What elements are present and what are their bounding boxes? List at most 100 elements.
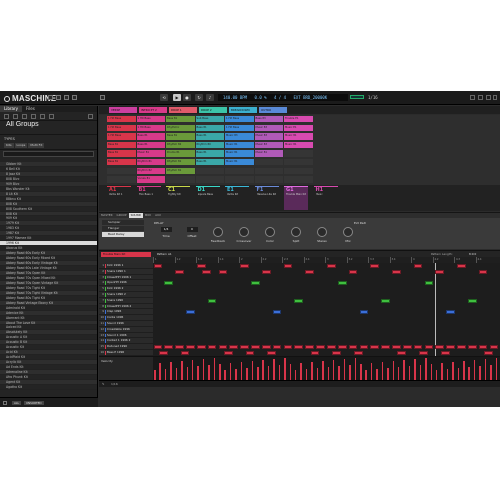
search-input[interactable]: [3, 151, 94, 157]
clip-cell[interactable]: Bass 81: [136, 141, 165, 149]
velocity-bar[interactable]: [240, 362, 243, 380]
pattern-note[interactable]: [370, 345, 380, 349]
velocity-bar[interactable]: [408, 366, 411, 380]
velocity-bar[interactable]: [284, 358, 286, 380]
scene-slot[interactable]: DROP 1: [169, 107, 197, 113]
clip-cell[interactable]: [195, 167, 224, 174]
group-slot[interactable]: B1 Thin Bass 1: [136, 186, 161, 210]
velocity-bar[interactable]: [495, 358, 498, 380]
velocity-bar[interactable]: [457, 368, 460, 380]
velocity-bar[interactable]: [327, 367, 329, 380]
param-control[interactable]: Feedback: [206, 227, 230, 243]
velocity-bar[interactable]: [403, 360, 405, 380]
velocity-bar[interactable]: [490, 365, 492, 380]
clip-cell[interactable]: Music 83: [254, 133, 283, 140]
clip-cell[interactable]: Rhythm 81: [166, 159, 195, 166]
clip-cell[interactable]: [254, 176, 283, 183]
pattern-note[interactable]: [261, 345, 271, 349]
clip-cell[interactable]: Music 81: [225, 141, 254, 149]
velocity-bar[interactable]: [159, 363, 161, 380]
velocity-bar[interactable]: [484, 359, 487, 380]
pattern-note[interactable]: [424, 345, 434, 349]
sound-row[interactable]: 16 Bass P 1996: [99, 350, 153, 356]
velocity-bar[interactable]: [251, 361, 254, 380]
velocity-bar[interactable]: [246, 368, 248, 380]
pattern-note[interactable]: [457, 263, 466, 268]
midi-icon[interactable]: [478, 95, 483, 100]
velocity-bar[interactable]: [300, 363, 302, 380]
velocity-bar[interactable]: [387, 368, 389, 380]
group-icon[interactable]: [13, 114, 18, 119]
pattern-note[interactable]: [153, 345, 163, 349]
velocity-bar[interactable]: [392, 361, 395, 380]
clip-cell[interactable]: Music 81: [136, 150, 165, 157]
clip-cell[interactable]: Music 83: [254, 124, 283, 131]
pattern-note[interactable]: [337, 281, 347, 286]
pattern-note[interactable]: [446, 310, 455, 315]
scene-slot[interactable]: INTRO PT 2: [139, 107, 167, 113]
pattern-note[interactable]: [153, 263, 163, 268]
clip-cell[interactable]: Bass 81: [136, 133, 165, 140]
velocity-bar[interactable]: [370, 363, 373, 380]
restart-button[interactable]: ⟲: [160, 94, 168, 101]
pattern-note[interactable]: [272, 310, 282, 315]
clip-cell[interactable]: Rhythm 82: [166, 141, 195, 149]
pattern-note[interactable]: [413, 345, 423, 349]
pattern-note[interactable]: [381, 345, 390, 349]
pattern-note[interactable]: [175, 269, 184, 274]
clip-cell[interactable]: [166, 176, 195, 183]
pattern-note[interactable]: [478, 345, 488, 349]
clip-cell[interactable]: [284, 176, 313, 183]
velocity-bar[interactable]: [435, 370, 438, 380]
library-group-item[interactable]: Agatho Kit: [0, 385, 97, 390]
velocity-bar[interactable]: [479, 366, 481, 380]
clip-cell[interactable]: Music 81: [254, 150, 283, 157]
pattern-note[interactable]: [261, 269, 271, 274]
pattern-note[interactable]: [294, 345, 304, 349]
clip-cell[interactable]: [254, 167, 283, 174]
velocity-bar[interactable]: [175, 368, 178, 380]
pattern-note[interactable]: [310, 350, 320, 355]
clip-cell[interactable]: [107, 176, 136, 183]
clip-cell[interactable]: 1 Hit Bass: [136, 116, 165, 123]
pattern-note[interactable]: [446, 345, 455, 349]
velocity-bar[interactable]: [294, 370, 297, 380]
velocity-bar[interactable]: [229, 363, 232, 380]
velocity-bar[interactable]: [278, 365, 281, 380]
clip-cell[interactable]: 1 Hit Bass: [107, 116, 136, 123]
pencil-icon[interactable]: ✎: [102, 382, 105, 386]
param-value[interactable]: 1/4: [160, 227, 172, 232]
knob-icon[interactable]: [239, 227, 249, 237]
clip-cell[interactable]: [284, 150, 313, 157]
clip-cell[interactable]: [284, 167, 313, 174]
pattern-note[interactable]: [484, 350, 493, 355]
velocity-bar[interactable]: [235, 369, 237, 380]
clip-cell[interactable]: Bass 81: [195, 150, 224, 157]
pattern-note[interactable]: [359, 310, 369, 315]
group-slot[interactable]: E1 Verbs Kit: [225, 186, 249, 210]
param-control[interactable]: Color: [258, 227, 282, 243]
velocity-bar[interactable]: [425, 358, 427, 380]
plugin-slot[interactable]: Sampler: [102, 220, 144, 225]
pattern-note[interactable]: [251, 345, 260, 349]
prehear-icon[interactable]: [3, 401, 7, 405]
velocity-bar[interactable]: [289, 364, 292, 380]
pattern-note[interactable]: [327, 263, 336, 268]
clip-cell[interactable]: Music E1: [284, 124, 313, 131]
pattern-note[interactable]: [332, 350, 342, 355]
knob-icon[interactable]: [265, 227, 275, 237]
velocity-bar[interactable]: [430, 364, 433, 380]
knob-icon[interactable]: [291, 227, 301, 237]
unsorted-button[interactable]: UNSORTED: [24, 401, 44, 405]
control-tab[interactable]: MASTER: [99, 213, 115, 218]
velocity-bar[interactable]: [273, 359, 275, 380]
velocity-bar[interactable]: [154, 370, 156, 380]
project-icon[interactable]: [4, 114, 9, 119]
clip-cell[interactable]: Bass 81: [195, 133, 224, 140]
chip-loops[interactable]: Loops: [14, 143, 28, 148]
velocity-bar[interactable]: [463, 361, 465, 380]
velocity-bar[interactable]: [360, 364, 362, 380]
pattern-note[interactable]: [218, 345, 228, 349]
velocity-bar[interactable]: [349, 365, 351, 380]
settings-icon[interactable]: [72, 95, 77, 100]
